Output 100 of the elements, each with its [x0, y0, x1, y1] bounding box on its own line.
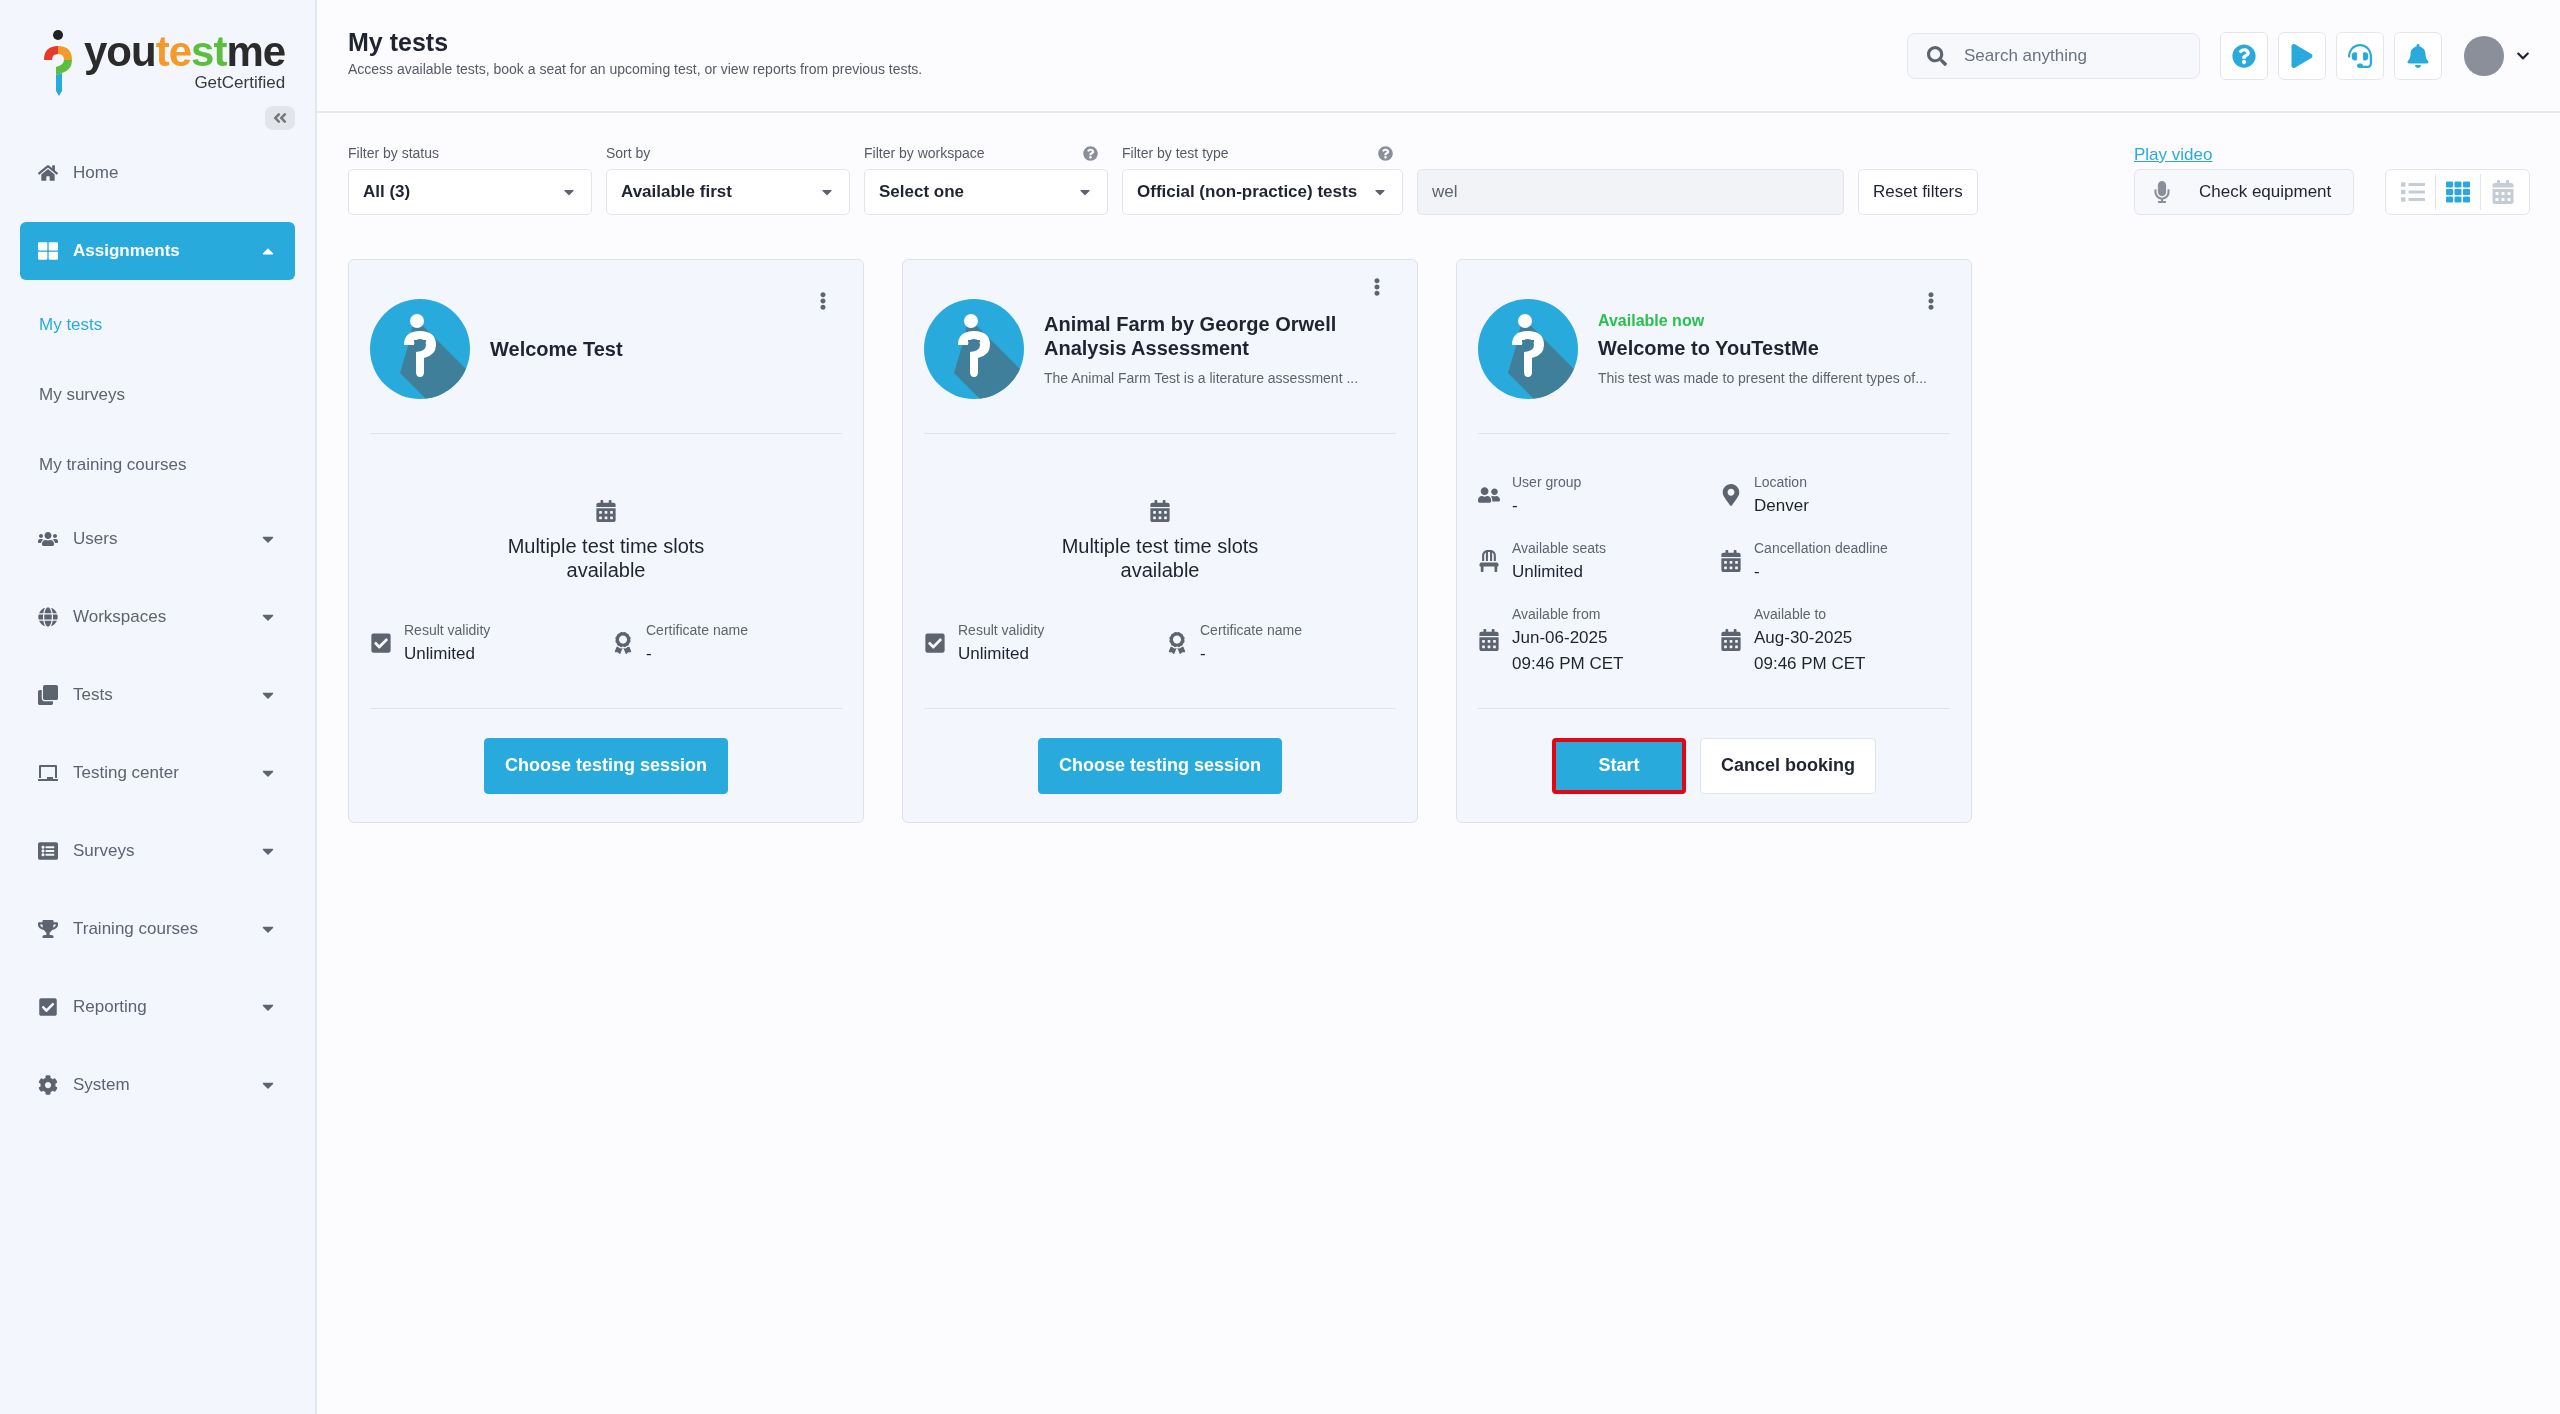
monitor-icon: [38, 763, 58, 783]
test-title: Welcome to YouTestMe: [1598, 335, 1820, 360]
filter-label: Filter by status: [348, 145, 440, 161]
nav-subitem[interactable]: My training courses: [20, 430, 295, 500]
nav-item[interactable]: Users: [20, 510, 295, 568]
list-icon: [38, 841, 58, 861]
detail-value: -: [1200, 644, 1207, 664]
help-icon: [2232, 43, 2256, 68]
filter-label: Sort by: [606, 145, 651, 161]
users-icon: [1478, 484, 1500, 506]
search-input-field[interactable]: wel: [1417, 169, 1844, 215]
nav-item[interactable]: Tests: [20, 666, 295, 724]
filter-dropdown[interactable]: Select one: [864, 169, 1108, 215]
nav-item[interactable]: Testing center: [20, 744, 295, 802]
reset-filters-button[interactable]: Reset filters: [1858, 169, 1978, 215]
home-icon: [38, 163, 58, 183]
calendar-view-icon: [2491, 180, 2515, 204]
time-slots-text: Multiple test time slots available: [506, 534, 706, 582]
detail-time: 09:46 PM CET: [1754, 654, 1866, 674]
check-equipment-button[interactable]: Check equipment: [2134, 169, 2354, 215]
award-icon: [1166, 632, 1188, 654]
detail-label: Available seats: [1512, 540, 1606, 556]
nav-item[interactable]: Reporting: [20, 978, 295, 1036]
nav-item[interactable]: Training courses: [20, 900, 295, 958]
test-description: The Animal Farm Test is a literature assessment ...: [1044, 369, 1360, 386]
settings-icon: [38, 1075, 58, 1095]
secondary-button[interactable]: Cancel booking: [1700, 737, 1876, 794]
help-button[interactable]: [2220, 31, 2268, 80]
detail-value: -: [1512, 496, 1519, 516]
detail-value: Unlimited: [404, 644, 476, 664]
filter-dropdown[interactable]: Available first: [606, 169, 850, 215]
headset-button[interactable]: [2336, 31, 2384, 80]
stacked-squares-icon: [38, 685, 58, 705]
filter-label: Filter by test type: [1122, 145, 1229, 161]
logo-wordmark: youtestme: [84, 30, 286, 74]
test-title: Welcome Test: [490, 336, 624, 361]
globe-icon: [38, 607, 58, 627]
double-chevron-left-icon: [272, 110, 288, 126]
filter-dropdown[interactable]: Official (non-practice) tests: [1122, 169, 1403, 215]
dashboard-icon: [38, 241, 58, 261]
collapse-sidebar-button[interactable]: [265, 106, 295, 130]
detail-value: -: [1754, 562, 1761, 582]
nav-subitem[interactable]: My surveys: [20, 360, 295, 430]
detail-label: Cancellation deadline: [1754, 540, 1888, 556]
detail-label: Certificate name: [646, 622, 748, 638]
test-logo-icon: [370, 298, 470, 399]
detail-value: Unlimited: [1512, 562, 1584, 582]
notifications-button[interactable]: [2394, 31, 2442, 80]
search-icon: [1927, 45, 1947, 66]
headset-icon: [2348, 43, 2372, 68]
page-title: My tests: [348, 28, 450, 57]
time-slots-text: Multiple test time slots available: [1060, 534, 1260, 582]
trophy-icon: [38, 919, 58, 939]
detail-value: -: [646, 644, 653, 664]
filter-label: Filter by workspace: [864, 145, 985, 161]
calendar-icon: [1720, 550, 1742, 572]
calendar-icon: [1149, 500, 1171, 522]
list-view-icon: [2400, 180, 2425, 204]
detail-value: Denver: [1754, 496, 1809, 516]
user-avatar[interactable]: [2464, 35, 2504, 76]
help-icon[interactable]: [1083, 145, 1098, 161]
test-description: This test was made to present the different types of...: [1598, 369, 1927, 386]
nav-item[interactable]: System: [20, 1056, 295, 1114]
help-icon[interactable]: [1378, 145, 1393, 161]
detail-value: Aug-30-2025: [1754, 628, 1854, 648]
play-icon: [2290, 43, 2314, 68]
award-icon: [612, 632, 634, 654]
nav-item[interactable]: Surveys: [20, 822, 295, 880]
location-pin-icon: [1720, 484, 1742, 506]
checkbox-icon: [370, 632, 392, 654]
detail-label: Available from: [1512, 606, 1602, 622]
page-subtitle: Access available tests, book a seat for an upcoming test, or view reports from previous tests.: [348, 61, 924, 77]
detail-label: Result validity: [958, 622, 1045, 638]
play-button[interactable]: [2278, 31, 2326, 80]
filter-dropdown[interactable]: All (3): [348, 169, 592, 215]
logo-tagline: GetCertified: [194, 74, 286, 92]
availability-status: Available now: [1598, 311, 1706, 330]
test-title: Animal Farm by George Orwell Analysis Assessment: [1044, 311, 1338, 360]
search-field[interactable]: Search anything: [1907, 32, 2200, 79]
detail-label: Available to: [1754, 606, 1828, 622]
nav-item[interactable]: Workspaces: [20, 588, 295, 646]
checkbox-icon: [924, 632, 946, 654]
microphone-icon: [2151, 181, 2173, 203]
checkbox-icon: [38, 997, 58, 1017]
detail-label: Result validity: [404, 622, 491, 638]
nav-item[interactable]: Home: [20, 144, 295, 202]
grid-view-icon: [2446, 180, 2470, 204]
detail-value: Jun-06-2025: [1512, 628, 1609, 648]
test-logo-icon: [924, 298, 1024, 399]
calendar-icon: [1478, 629, 1500, 651]
users-icon: [38, 529, 58, 549]
test-logo-icon: [1478, 298, 1578, 399]
detail-time: 09:46 PM CET: [1512, 654, 1624, 674]
chair-icon: [1478, 550, 1500, 572]
calendar-icon: [1720, 629, 1742, 651]
detail-value: Unlimited: [958, 644, 1030, 664]
detail-label: User group: [1512, 474, 1582, 490]
detail-label: Certificate name: [1200, 622, 1302, 638]
bell-icon: [2406, 43, 2430, 68]
detail-label: Location: [1754, 474, 1808, 490]
